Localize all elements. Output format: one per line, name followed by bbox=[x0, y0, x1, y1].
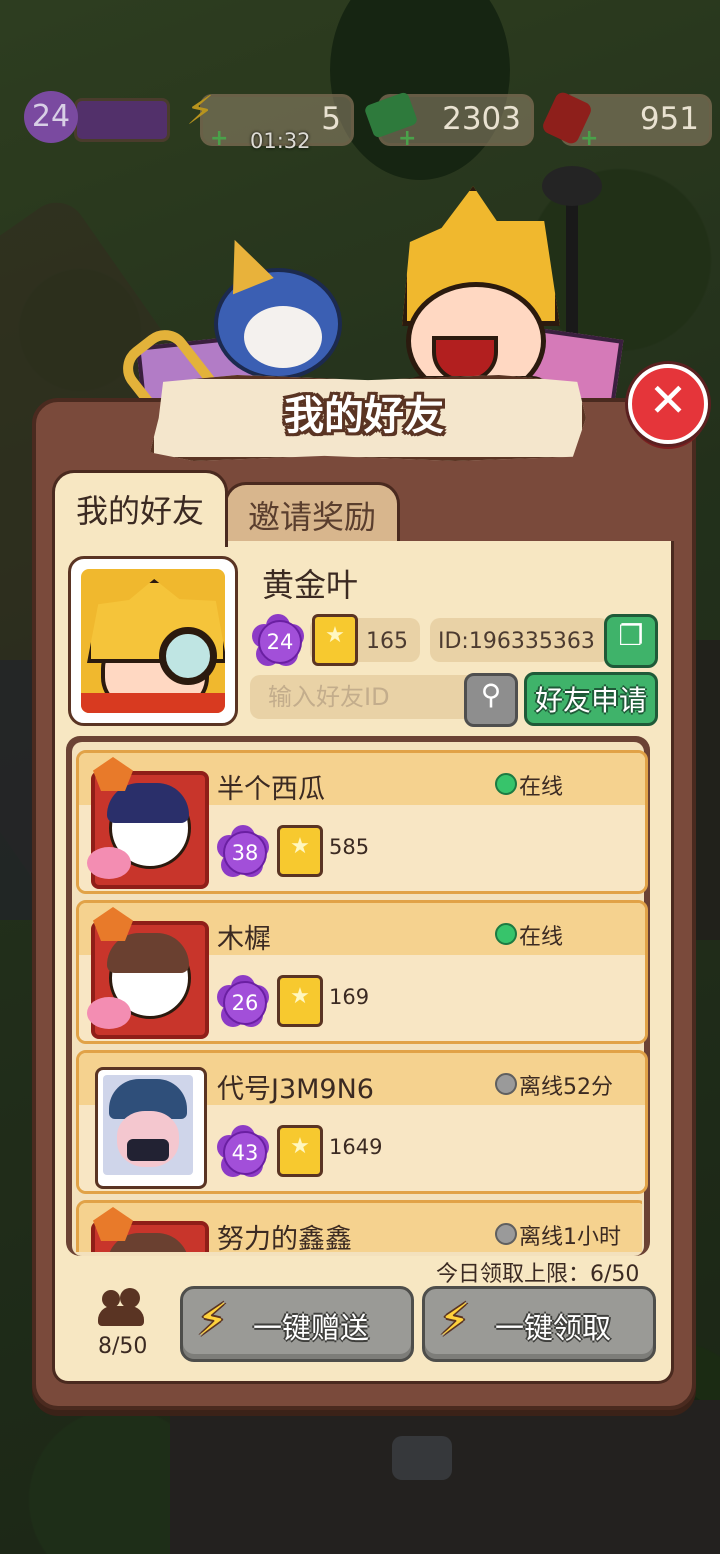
friend-name: 代号J3M9N6 bbox=[217, 1074, 374, 1105]
hud-level: 24 bbox=[31, 99, 71, 134]
friend-row[interactable]: 努力的鑫鑫 离线1小时 bbox=[76, 1200, 642, 1252]
energy-value: 5 bbox=[321, 101, 341, 137]
friend-request-label: 好友申请 bbox=[534, 684, 647, 717]
energy-bolt-icon: ⚡ bbox=[439, 1295, 470, 1346]
friend-level: 26 bbox=[223, 981, 267, 1025]
tab-invite-rewards[interactable]: 邀请奖励 bbox=[224, 482, 400, 547]
friend-row[interactable]: 木樨 在线 26 169 bbox=[76, 900, 648, 1044]
gem-value: 951 bbox=[639, 101, 699, 137]
friend-avatar[interactable] bbox=[87, 907, 213, 1039]
friend-avatar[interactable] bbox=[87, 1207, 213, 1252]
claim-all-button[interactable]: ⚡ 一键领取 bbox=[422, 1286, 656, 1362]
friend-status: 在线 bbox=[519, 925, 564, 950]
tab-my-friends[interactable]: 我的好友 bbox=[52, 470, 228, 547]
magnifier-icon bbox=[159, 627, 217, 685]
friend-status: 离线52分 bbox=[519, 1075, 613, 1100]
friend-status: 离线1小时 bbox=[519, 1225, 621, 1250]
add-cash-icon[interactable]: + bbox=[398, 126, 416, 151]
friend-name: 努力的鑫鑫 bbox=[217, 1224, 352, 1252]
daily-claim-limit: 今日领取上限：6/50 bbox=[436, 1262, 640, 1287]
friend-card-count: 1649 bbox=[329, 1135, 383, 1159]
online-status-icon bbox=[495, 773, 517, 795]
friend-card-count: 169 bbox=[329, 985, 370, 1009]
player-level-flower: 24 bbox=[252, 614, 304, 666]
tab-my-friends-label: 我的好友 bbox=[75, 492, 204, 530]
xp-bar bbox=[74, 98, 170, 142]
player-level-badge[interactable]: 24 bbox=[14, 84, 88, 150]
star-hat-boy-mascot bbox=[372, 186, 562, 426]
online-status-icon bbox=[495, 923, 517, 945]
energy-bolt-icon: ⚡ bbox=[197, 1295, 228, 1346]
friend-level-flower: 38 bbox=[217, 825, 269, 877]
friend-row[interactable]: 半个西瓜 在线 38 585 bbox=[76, 750, 648, 894]
offline-status-icon bbox=[495, 1073, 517, 1095]
offline-status-icon bbox=[495, 1223, 517, 1245]
friend-name: 半个西瓜 bbox=[217, 774, 325, 805]
friend-level-flower: 26 bbox=[217, 975, 269, 1027]
close-icon: ✕ bbox=[648, 373, 688, 427]
player-name: 黄金叶 bbox=[262, 566, 359, 604]
friend-level-flower: 43 bbox=[217, 1125, 269, 1177]
search-icon: ⚲ bbox=[480, 678, 502, 711]
friend-avatar[interactable] bbox=[87, 1057, 213, 1189]
player-id: ID:196335363 bbox=[438, 629, 595, 654]
star-card-icon bbox=[277, 975, 323, 1027]
player-card-count: 165 bbox=[366, 629, 408, 654]
search-button[interactable]: ⚲ bbox=[464, 673, 518, 727]
copy-icon: ❐ bbox=[618, 619, 644, 652]
modal-title: 我的好友 bbox=[284, 393, 444, 439]
star-card-icon bbox=[277, 825, 323, 877]
player-avatar[interactable] bbox=[68, 556, 238, 726]
claim-all-label: 一键领取 bbox=[495, 1311, 612, 1345]
friend-level: 43 bbox=[223, 1131, 267, 1175]
player-level: 24 bbox=[258, 620, 302, 664]
friends-icon bbox=[98, 1288, 144, 1328]
copy-id-button[interactable]: ❐ bbox=[604, 614, 658, 668]
add-gem-icon[interactable]: + bbox=[580, 126, 598, 151]
friend-card-count: 585 bbox=[329, 835, 370, 859]
send-all-label: 一键赠送 bbox=[253, 1311, 370, 1345]
send-all-button[interactable]: ⚡ 一键赠送 bbox=[180, 1286, 414, 1362]
energy-timer: 01:32 bbox=[250, 129, 311, 153]
friend-avatar[interactable] bbox=[87, 757, 213, 889]
friend-level: 38 bbox=[223, 831, 267, 875]
friend-name: 木樨 bbox=[217, 924, 271, 955]
friend-id-input[interactable] bbox=[250, 675, 486, 719]
add-energy-icon[interactable]: + bbox=[210, 126, 228, 151]
close-button[interactable]: ✕ bbox=[628, 364, 708, 444]
friend-row[interactable]: 代号J3M9N6 离线52分 43 1649 bbox=[76, 1050, 648, 1194]
cash-value: 2303 bbox=[442, 101, 521, 137]
friend-status: 在线 bbox=[519, 775, 564, 800]
friend-request-button[interactable]: 好友申请 bbox=[524, 672, 658, 726]
tab-invite-rewards-label: 邀请奖励 bbox=[247, 498, 376, 536]
friend-row-clip: 努力的鑫鑫 离线1小时 bbox=[76, 1198, 642, 1252]
friend-count: 8/50 bbox=[98, 1334, 148, 1359]
star-card-icon bbox=[312, 614, 358, 666]
star-card-icon bbox=[277, 1125, 323, 1177]
